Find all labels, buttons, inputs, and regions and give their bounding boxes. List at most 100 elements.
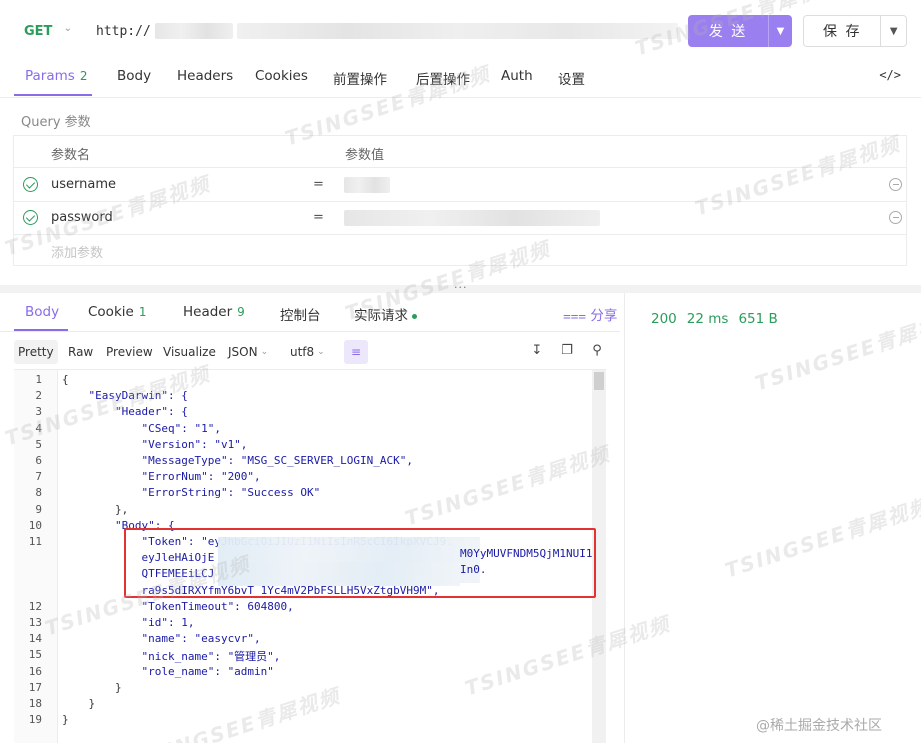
content-type-select[interactable]: JSON ⌄ [224,340,272,364]
url-input[interactable]: http:// [86,14,678,48]
method-select[interactable]: GET ⌄ [14,14,80,48]
code-line: 13 "id": 1, [14,616,594,632]
tab-cookie-label: Cookie [88,304,134,320]
save-button[interactable]: 保 存 ▼ [803,15,907,47]
token-highlight-box [124,528,596,598]
response-tabs: Body Cookie 1 Header 9 控制台 实际请求 ⩶ 分享 [0,294,620,332]
tab-params[interactable]: Params 2 [25,68,87,84]
code-line: 6 "MessageType": "MSG_SC_SERVER_LOGIN_AC… [14,454,594,470]
table-row: password = [14,202,906,235]
line-number: 17 [28,680,42,694]
line-number: 7 [35,470,42,484]
tab-header-count: 9 [237,305,245,319]
add-param-placeholder[interactable]: 添加参数 [51,242,103,261]
code-text: "ErrorString": "Success OK" [62,486,321,500]
column-param-value: 参数值 [345,148,385,163]
format-visualize[interactable]: Visualize [159,340,220,364]
remove-circle-icon[interactable] [889,211,902,224]
chevron-down-icon: ⌄ [63,23,72,34]
site-credit: @稀土掘金技术社区 [756,718,882,734]
code-text: { [62,373,69,386]
send-dropdown-chevron-icon[interactable]: ▼ [768,15,792,47]
code-text: }, [62,502,129,516]
line-number: 12 [28,599,42,613]
code-text: "CSeq": "1", [62,421,221,435]
format-pretty[interactable]: Pretty [14,340,58,364]
tab-settings[interactable]: 设置 [558,68,585,88]
line-number: 18 [28,697,42,710]
param-value-redacted[interactable] [344,177,390,197]
line-number: 1 [35,373,42,386]
line-number: 8 [35,486,42,500]
watermark: TSINGSEE青犀视频 [722,493,921,583]
resize-handle-icon[interactable]: ··· [454,281,468,294]
tab-response-header[interactable]: Header 9 [183,304,245,320]
share-button[interactable]: ⩶ 分享 [563,304,617,324]
remove-circle-icon[interactable] [889,178,902,191]
line-number: 2 [35,389,42,403]
panel-divider[interactable]: ··· [0,281,921,294]
tab-cookies[interactable]: Cookies [255,68,308,84]
check-circle-icon[interactable] [23,177,38,192]
tab-response-body[interactable]: Body [25,304,59,320]
tab-response-cookie[interactable]: Cookie 1 [88,304,146,320]
line-number: 10 [28,518,42,532]
tab-body[interactable]: Body [117,68,151,84]
tab-actual-request[interactable]: 实际请求 [354,304,417,324]
column-param-name: 参数名 [51,148,91,163]
check-circle-icon[interactable] [23,210,38,225]
scrollbar-thumb[interactable] [594,372,604,390]
download-icon[interactable]: ↧ [528,343,546,361]
code-text: "Header": { [62,405,188,419]
url-redacted-rest [237,23,678,39]
code-line: 4 "CSeq": "1", [14,422,594,438]
request-tabs: Params 2 Body Headers Cookies 前置操作 后置操作 A… [0,58,921,98]
save-dropdown-chevron-icon[interactable]: ▼ [880,16,906,46]
query-params-table: 参数名 参数值 username = password = 添加参数 [13,135,907,266]
code-text: } [62,680,122,694]
copy-icon[interactable]: ❐ [558,343,576,361]
format-preview[interactable]: Preview [102,340,157,364]
code-icon[interactable]: </> [879,68,901,82]
line-number: 11 [28,535,42,548]
line-number: 3 [35,405,42,419]
send-label: 发 送 [708,24,748,40]
encoding-select[interactable]: utf8 ⌄ [286,340,329,364]
response-toolbar: Pretty Raw Preview Visualize JSON ⌄ utf8 ⌄… [14,340,614,364]
active-tab-indicator [14,94,92,96]
tab-params-label: Params [25,68,75,84]
line-number: 14 [28,632,42,646]
line-number: 19 [28,713,42,727]
tab-headers[interactable]: Headers [177,68,233,84]
status-code: 200 [651,311,677,327]
content-type-label: JSON [228,345,258,359]
code-line: 3 "Header": { [14,405,594,421]
url-redacted-part [154,23,234,39]
code-text: "name": "easycvr", [62,632,261,646]
line-number: 13 [28,616,42,629]
share-label: 分享 [590,308,618,324]
param-key[interactable]: password [51,210,113,225]
tab-console[interactable]: 控制台 [280,304,321,324]
tab-auth[interactable]: Auth [501,68,533,84]
line-number: 16 [28,664,42,678]
code-text: "MessageType": "MSG_SC_SERVER_LOGIN_ACK"… [62,454,413,467]
param-key[interactable]: username [51,177,116,192]
format-raw[interactable]: Raw [64,340,97,364]
response-time: 22 ms [686,311,729,327]
tab-post-actions[interactable]: 后置操作 [416,68,470,88]
table-row: username = [14,169,906,202]
line-number: 15 [28,648,42,662]
code-text: "TokenTimeout": 604800, [62,599,294,613]
wrap-lines-icon[interactable]: ≡ [344,340,368,364]
chevron-down-icon: ⌄ [317,347,325,357]
tab-cookie-count: 1 [138,305,147,319]
code-line: 8 "ErrorString": "Success OK" [14,486,594,502]
code-line: 16 "role_name": "admin" [14,665,594,681]
tab-pre-actions[interactable]: 前置操作 [333,68,387,88]
send-button[interactable]: 发 送 ▼ [688,15,792,47]
search-icon[interactable]: ⚲ [588,343,606,361]
encoding-label: utf8 [290,345,315,359]
param-value-redacted[interactable] [344,210,600,230]
tab-params-count: 2 [79,69,88,83]
